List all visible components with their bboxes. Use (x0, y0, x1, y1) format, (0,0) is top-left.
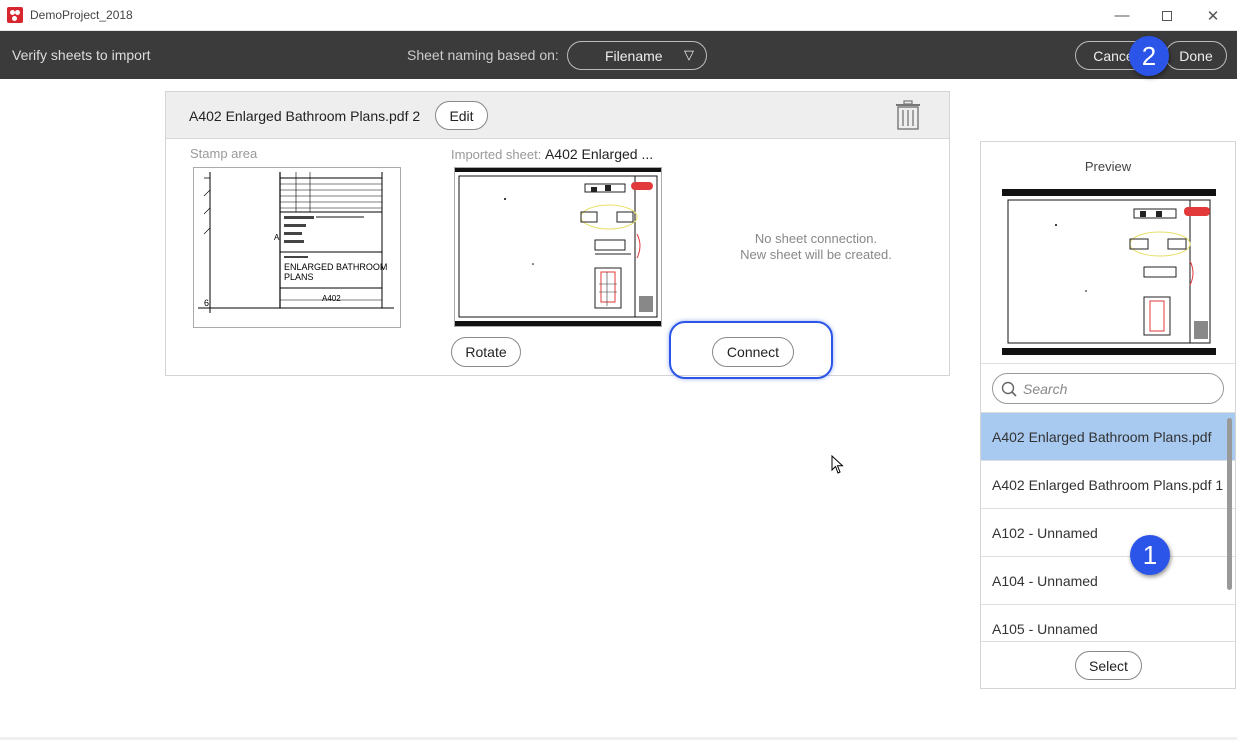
import-toolbar: Verify sheets to import Sheet naming bas… (0, 31, 1237, 79)
minimize-icon: — (1114, 7, 1130, 24)
stamp-drawing: ENLARGED BATHROOM PLANS A402 6 A (198, 172, 394, 313)
preview-label: Preview (1084, 159, 1132, 174)
sheet-naming-label: Sheet naming based on: (407, 47, 559, 63)
window-title: DemoProject_2018 (30, 8, 133, 22)
stamp-left-number: 6 (204, 298, 209, 308)
done-button[interactable]: Done (1165, 41, 1227, 70)
list-scrollbar[interactable] (1227, 418, 1232, 590)
search-icon (1001, 381, 1017, 397)
mouse-cursor-icon (831, 455, 844, 474)
maximize-icon (1162, 10, 1172, 21)
sheet-naming-dropdown[interactable]: Filename ▽ (567, 41, 707, 70)
close-icon: ✕ (1206, 7, 1220, 25)
stamp-area-label: Stamp area (190, 146, 258, 161)
step-badge-1: 1 (1130, 535, 1170, 575)
panel-divider (981, 363, 1235, 364)
sheet-card-header: A402 Enlarged Bathroom Plans.pdf 2 Edit (166, 92, 949, 139)
no-connection-message: No sheet connection. New sheet will be c… (726, 231, 906, 263)
list-item[interactable]: A402 Enlarged Bathroom Plans.pdf 1 (981, 461, 1235, 509)
sheet-name: A402 Enlarged Bathroom Plans.pdf 2 (189, 108, 421, 124)
rotate-button[interactable]: Rotate (451, 337, 521, 367)
list-item-label: A105 - Unnamed (992, 620, 1098, 637)
minimize-button[interactable]: — (1099, 0, 1145, 31)
preview-panel: Preview Search A402 Enlarged Bathroom Pl… (980, 141, 1236, 689)
dropdown-triangle-icon: ▽ (684, 47, 694, 62)
imported-sheet-label: Imported sheet: A402 Enlarged ... (451, 146, 653, 162)
trash-icon[interactable] (894, 100, 922, 130)
imported-sheet-caption: Imported sheet: (451, 147, 542, 162)
connect-button[interactable]: Connect (712, 337, 794, 367)
no-connection-line2: New sheet will be created. (740, 247, 892, 262)
stamp-title-line2: PLANS (284, 272, 314, 282)
app-logo-icon (7, 7, 23, 23)
imported-sheet-thumbnail[interactable] (454, 167, 662, 327)
list-divider (981, 641, 1235, 642)
select-button[interactable]: Select (1075, 651, 1142, 680)
list-item[interactable]: A402 Enlarged Bathroom Plans.pdf (981, 413, 1235, 461)
sheet-drawing (455, 168, 661, 326)
list-item[interactable]: A105 - Unnamed (981, 605, 1235, 641)
edit-button[interactable]: Edit (435, 101, 488, 130)
no-connection-line1: No sheet connection. (754, 231, 878, 246)
search-input[interactable] (1023, 379, 1213, 399)
step-badge-2: 2 (1129, 36, 1169, 76)
sheet-naming-value: Filename (605, 48, 663, 64)
sheet-card: A402 Enlarged Bathroom Plans.pdf 2 Edit … (165, 91, 950, 379)
list-item[interactable]: A104 - Unnamed (981, 557, 1235, 605)
list-item-label: A102 - Unnamed (992, 524, 1098, 541)
preview-drawing (1002, 189, 1216, 355)
stamp-left-letter: A (274, 233, 280, 242)
search-field[interactable] (992, 373, 1224, 404)
list-item[interactable]: A102 - Unnamed (981, 509, 1235, 557)
imported-sheet-value: A402 Enlarged ... (544, 146, 654, 162)
toolbar-title: Verify sheets to import (12, 47, 151, 63)
list-item-label: A104 - Unnamed (992, 572, 1098, 589)
stamp-area-thumbnail[interactable]: ENLARGED BATHROOM PLANS A402 6 A (193, 167, 401, 328)
stamp-sheet-number: A402 (322, 294, 341, 303)
maximize-button[interactable] (1144, 0, 1190, 31)
window-titlebar: DemoProject_2018 — ✕ (0, 0, 1237, 31)
close-button[interactable]: ✕ (1190, 0, 1236, 31)
stamp-title-line1: ENLARGED BATHROOM (284, 262, 387, 272)
list-item-label: A402 Enlarged Bathroom Plans.pdf (992, 428, 1212, 445)
list-item-label: A402 Enlarged Bathroom Plans.pdf 1 (992, 476, 1224, 493)
preview-image (1002, 189, 1216, 355)
sheet-list: A402 Enlarged Bathroom Plans.pdf A402 En… (981, 412, 1235, 641)
